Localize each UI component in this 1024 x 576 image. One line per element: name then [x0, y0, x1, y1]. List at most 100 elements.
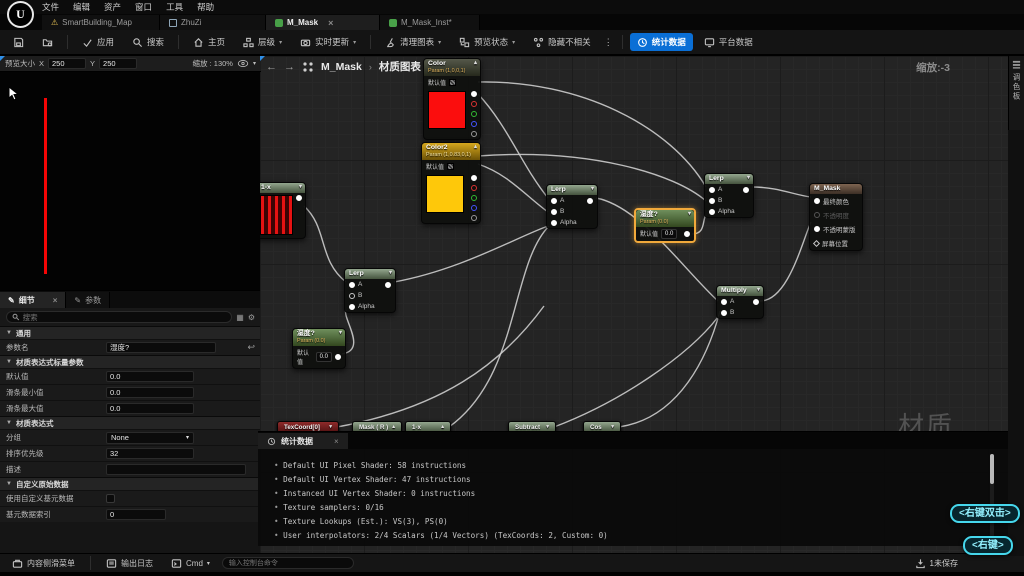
more-options-icon[interactable]: ⋮ [602, 35, 615, 50]
search-button[interactable]: 搜索 [125, 33, 171, 51]
section-scalar-parameter[interactable]: ▼材质表达式标量参数 [0, 355, 261, 368]
menu-window[interactable]: 窗口 [135, 1, 152, 13]
tab-stats[interactable]: 统计数据 × [258, 433, 348, 449]
parameter-name-input[interactable] [106, 342, 216, 353]
tab-zhuzi[interactable]: ZhuZi [160, 15, 266, 30]
tab-details[interactable]: ✎ 细节 × [0, 292, 66, 308]
close-icon[interactable]: × [53, 296, 58, 305]
tab-smartbuilding-map[interactable]: ⚠ SmartBuilding_Map [42, 15, 160, 30]
input-pin-b[interactable] [349, 293, 355, 299]
preview-x-input[interactable] [48, 58, 86, 69]
description-input[interactable] [106, 464, 246, 475]
visibility-icon[interactable] [237, 59, 249, 68]
back-arrow-icon[interactable]: ← [266, 61, 277, 73]
material-preview-viewport[interactable] [0, 72, 261, 291]
output-pin[interactable] [684, 231, 690, 237]
node-lerp-3[interactable]: Lerp▾ A B Alpha [704, 173, 754, 218]
output-pin-b[interactable] [471, 121, 477, 127]
menu-help[interactable]: 帮助 [197, 1, 214, 13]
input-pin-screen-position[interactable] [813, 240, 820, 247]
save-button[interactable] [6, 34, 31, 51]
color-swatch-yellow[interactable] [426, 175, 464, 213]
color-swatch-red[interactable] [428, 91, 466, 129]
menu-tools[interactable]: 工具 [166, 1, 183, 13]
output-log-button[interactable]: 输出日志 [100, 556, 159, 571]
sort-priority-input[interactable] [106, 448, 194, 459]
slider-min-input[interactable] [106, 387, 194, 398]
unreal-logo[interactable]: U [7, 1, 34, 28]
menu-file[interactable]: 文件 [42, 1, 59, 13]
output-pin-r[interactable] [471, 101, 477, 107]
stats-button[interactable]: 统计数据 [630, 33, 693, 51]
unsaved-indicator[interactable]: 1未保存 [915, 558, 1018, 569]
close-icon[interactable]: × [328, 18, 333, 28]
node-scalar-parameter[interactable]: 湿度?▾Param (0.0) 默认值0.0 [292, 328, 346, 369]
group-dropdown[interactable]: None▾ [106, 432, 194, 444]
breadcrumb-asset[interactable]: M_Mask [321, 61, 362, 73]
preview-y-input[interactable] [99, 58, 137, 69]
node-lerp-2[interactable]: Lerp▾ A B Alpha [344, 268, 396, 313]
input-pin-a[interactable] [349, 282, 355, 288]
default-value-input[interactable] [106, 371, 194, 382]
palette-collapsed-tab[interactable]: 调色板 [1008, 56, 1024, 130]
section-custom-primitive-data[interactable]: ▼自定义原始数据 [0, 477, 261, 490]
input-pin-b[interactable] [551, 209, 557, 215]
section-material-expression[interactable]: ▼材质表达式 [0, 416, 261, 429]
input-pin-final-color[interactable] [814, 198, 820, 204]
scrollbar-thumb[interactable] [990, 454, 994, 484]
forward-arrow-icon[interactable]: → [284, 61, 295, 73]
input-pin-a[interactable] [709, 187, 715, 193]
input-pin-opacity-mask[interactable] [814, 226, 820, 232]
menu-asset[interactable]: 资产 [104, 1, 121, 13]
node-one-minus-preview[interactable]: 1-x▾ [260, 182, 306, 239]
live-update-button[interactable]: 实时更新▾ [293, 33, 363, 51]
primitive-data-index-input[interactable] [106, 509, 166, 520]
gear-icon[interactable]: ⚙ [248, 313, 255, 322]
input-pin-b[interactable] [721, 310, 727, 316]
output-pin-g[interactable] [471, 195, 477, 201]
content-drawer-button[interactable]: 内容侧滑菜单 [6, 556, 81, 571]
stats-scrollbar[interactable] [990, 454, 994, 542]
clean-graph-button[interactable]: 清理图表▾ [378, 33, 448, 51]
output-pin-rgb[interactable] [471, 91, 477, 97]
tab-m-mask-inst[interactable]: M_Mask_Inst* [380, 15, 480, 30]
output-pin-rgb[interactable] [471, 175, 477, 181]
cmd-dropdown[interactable]: Cmd▾ [165, 556, 216, 571]
tab-m-mask[interactable]: M_Mask × [266, 15, 380, 30]
console-command-input[interactable] [222, 557, 354, 569]
input-pin-alpha[interactable] [551, 220, 557, 226]
node-material-result[interactable]: M_Mask 最终颜色 不透明度 不透明蒙版 屏幕位置 [809, 183, 863, 251]
node-color2-parameter[interactable]: Color2▴Param (1,0.83,0,1) 默认值 [421, 142, 481, 224]
apply-button[interactable]: 应用 [75, 33, 121, 51]
preview-state-button[interactable]: 预览状态▾ [452, 33, 522, 51]
tab-parameters[interactable]: ✎ 参数 [66, 292, 110, 308]
platform-stats-button[interactable]: 平台数据 [697, 33, 760, 51]
node-multiply[interactable]: Multiply▾ A B [716, 285, 764, 319]
node-lerp-1[interactable]: Lerp▾ A B Alpha [546, 184, 598, 229]
slider-max-input[interactable] [106, 403, 194, 414]
close-icon[interactable]: × [334, 437, 339, 446]
output-pin-g[interactable] [471, 111, 477, 117]
node-scalar-parameter-selected[interactable]: 湿度?▾Param (0.0) 默认值0.0 [634, 208, 696, 243]
use-custom-primitive-checkbox[interactable] [106, 494, 115, 503]
hierarchy-button[interactable]: 层级▾ [236, 33, 289, 51]
output-pin[interactable] [335, 354, 341, 360]
input-pin-a[interactable] [551, 198, 557, 204]
reset-to-default-icon[interactable]: ↩ [247, 342, 255, 353]
output-pin[interactable] [296, 195, 302, 201]
input-pin-a[interactable] [721, 299, 727, 305]
input-pin-alpha[interactable] [709, 209, 715, 215]
input-pin-alpha[interactable] [349, 304, 355, 310]
output-pin[interactable] [753, 299, 759, 305]
node-color-parameter[interactable]: Color▴Param (1,0,0,1) 默认值 [423, 58, 481, 140]
hide-unrelated-button[interactable]: 隐藏不相关 [526, 33, 598, 51]
chevron-down-icon[interactable]: ▾ [253, 60, 256, 67]
output-pin-a[interactable] [471, 131, 477, 137]
output-pin[interactable] [385, 282, 391, 288]
output-pin[interactable] [743, 187, 749, 193]
search-input[interactable] [6, 311, 232, 323]
browse-button[interactable] [35, 34, 60, 51]
input-pin-b[interactable] [709, 198, 715, 204]
output-pin-b[interactable] [471, 205, 477, 211]
output-pin[interactable] [587, 198, 593, 204]
